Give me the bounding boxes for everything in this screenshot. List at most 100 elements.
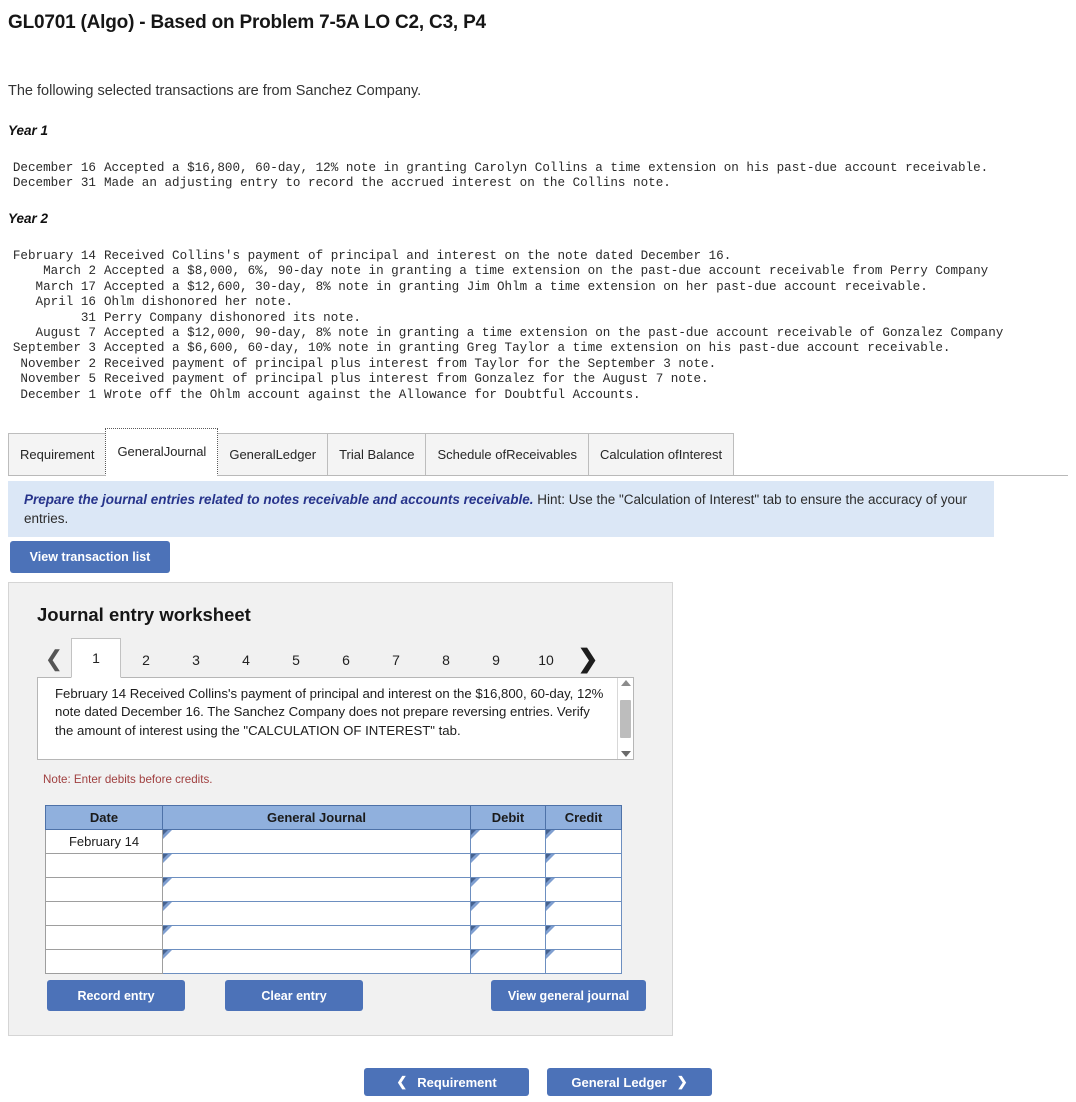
tab-schedule-of[interactable]: Schedule of Receivables	[425, 433, 589, 475]
year1-transaction-list: December 16 Accepted a $16,800, 60-day, 1…	[8, 161, 988, 192]
worksheet-page-7[interactable]: 7	[371, 643, 421, 677]
cell-dropdown-flag-icon[interactable]	[546, 854, 555, 863]
view-transaction-list-button[interactable]: View transaction list	[10, 541, 170, 573]
journal-journal-input-cell[interactable]	[162, 901, 471, 926]
journal-journal-input-cell[interactable]	[162, 829, 471, 854]
cell-dropdown-flag-icon[interactable]	[471, 854, 480, 863]
transaction-description: Received Collins's payment of principal …	[104, 249, 732, 263]
cell-dropdown-flag-icon[interactable]	[471, 878, 480, 887]
journal-date-cell[interactable]	[45, 853, 163, 878]
journal-table-row	[45, 925, 622, 950]
cell-dropdown-flag-icon[interactable]	[546, 926, 555, 935]
transaction-date: December 31	[12, 176, 96, 191]
transaction-row: September 3 Accepted a $6,600, 60-day, 10…	[8, 341, 1003, 356]
cell-dropdown-flag-icon[interactable]	[546, 830, 555, 839]
transaction-description: Received payment of principal plus inter…	[104, 356, 717, 371]
main-tabstrip: Requirement General Journal General Ledger Tr…	[8, 428, 1068, 476]
tab-label-line2: Interest	[678, 446, 723, 462]
journal-date-cell[interactable]	[45, 925, 163, 950]
worksheet-prev-page-icon[interactable]: ❮	[37, 641, 71, 677]
cell-dropdown-flag-icon[interactable]	[546, 902, 555, 911]
transaction-row: April 16 Ohlm dishonored her note.	[8, 295, 1003, 310]
transaction-description: Accepted a $12,000, 90-day, 8% note in g…	[104, 326, 1004, 341]
column-header-debit: Debit	[470, 805, 546, 830]
journal-journal-input-cell[interactable]	[162, 925, 471, 950]
transaction-description: Accepted a $16,800, 60-day, 12% note in …	[104, 161, 989, 175]
journal-debit-input-cell[interactable]	[470, 949, 546, 974]
journal-date-cell[interactable]	[45, 949, 163, 974]
journal-table-row	[45, 901, 622, 926]
tab-general[interactable]: General Ledger	[217, 433, 329, 475]
journal-debit-input-cell[interactable]	[470, 877, 546, 902]
journal-credit-input-cell[interactable]	[545, 925, 622, 950]
column-header-date: Date	[45, 805, 163, 830]
worksheet-page-5[interactable]: 5	[271, 643, 321, 677]
transaction-row: August 7 Accepted a $12,000, 90-day, 8% n…	[8, 326, 1004, 341]
journal-date-cell[interactable]	[45, 901, 163, 926]
worksheet-instruction-box: February 14 Received Collins's payment o…	[37, 677, 634, 760]
cell-dropdown-flag-icon[interactable]	[163, 854, 172, 863]
journal-journal-input-cell[interactable]	[162, 877, 471, 902]
journal-debit-input-cell[interactable]	[470, 925, 546, 950]
nav-next-general-ledger-button[interactable]: General Ledger ❯	[547, 1068, 712, 1096]
cell-dropdown-flag-icon[interactable]	[546, 878, 555, 887]
record-entry-button[interactable]: Record entry	[47, 980, 185, 1011]
transaction-description: Perry Company dishonored its note.	[104, 310, 361, 325]
intro-text: The following selected transactions are …	[8, 83, 422, 99]
worksheet-page-2[interactable]: 2	[121, 643, 171, 677]
cell-dropdown-flag-icon[interactable]	[546, 950, 555, 959]
cell-dropdown-flag-icon[interactable]	[471, 950, 480, 959]
journal-table-row	[45, 877, 622, 902]
journal-journal-input-cell[interactable]	[162, 853, 471, 878]
tab-label: Calculation of	[599, 446, 679, 462]
worksheet-page-10[interactable]: 10	[521, 643, 571, 677]
worksheet-page-3[interactable]: 3	[171, 643, 221, 677]
scrollbar-thumb[interactable]	[620, 699, 631, 738]
journal-credit-input-cell[interactable]	[545, 829, 622, 854]
journal-credit-input-cell[interactable]	[545, 877, 622, 902]
cell-dropdown-flag-icon[interactable]	[163, 830, 172, 839]
cell-dropdown-flag-icon[interactable]	[471, 926, 480, 935]
cell-dropdown-flag-icon[interactable]	[163, 878, 172, 887]
cell-dropdown-flag-icon[interactable]	[471, 830, 480, 839]
worksheet-page-4[interactable]: 4	[221, 643, 271, 677]
journal-table-header-row: Date General Journal Debit Credit	[45, 805, 622, 830]
tab-label: General	[229, 446, 276, 462]
scroll-up-arrow-icon[interactable]	[620, 680, 631, 686]
cell-dropdown-flag-icon[interactable]	[163, 926, 172, 935]
clear-entry-button[interactable]: Clear entry	[225, 980, 363, 1011]
tab-calculation-of[interactable]: Calculation of Interest	[587, 433, 735, 475]
scroll-down-arrow-icon[interactable]	[620, 751, 631, 757]
worksheet-instruction-text: February 14 Received Collins's payment o…	[55, 686, 604, 738]
journal-debit-input-cell[interactable]	[470, 829, 546, 854]
journal-credit-input-cell[interactable]	[545, 901, 622, 926]
cell-dropdown-flag-icon[interactable]	[163, 902, 172, 911]
journal-entry-table: Date General Journal Debit Credit February …	[45, 805, 622, 974]
tab-general[interactable]: General Journal	[105, 428, 219, 476]
transaction-row: March 2 Accepted a $8,000, 6%, 90-day not…	[8, 264, 1003, 279]
cell-dropdown-flag-icon[interactable]	[471, 902, 480, 911]
tab-requirement[interactable]: Requirement	[8, 433, 107, 475]
transaction-row: 31 Perry Company dishonored its note.	[8, 311, 1003, 326]
journal-journal-input-cell[interactable]	[162, 949, 471, 974]
journal-date-cell[interactable]	[45, 877, 163, 902]
journal-date-cell[interactable]: February 14	[45, 829, 163, 854]
tab-trial-balance[interactable]: Trial Balance	[327, 433, 427, 475]
nav-previous-requirement-button[interactable]: ❮ Requirement	[364, 1068, 529, 1096]
cell-dropdown-flag-icon[interactable]	[163, 950, 172, 959]
journal-debit-input-cell[interactable]	[470, 901, 546, 926]
column-header-general-journal: General Journal	[162, 805, 471, 830]
worksheet-next-page-icon[interactable]: ❯	[571, 641, 605, 677]
worksheet-page-8[interactable]: 8	[421, 643, 471, 677]
worksheet-page-1[interactable]: 1	[71, 638, 121, 678]
worksheet-page-9[interactable]: 9	[471, 643, 521, 677]
journal-credit-input-cell[interactable]	[545, 853, 622, 878]
instruction-scrollbar[interactable]	[617, 678, 633, 759]
tab-label: Schedule of	[437, 446, 507, 462]
tab-label-line2: Journal	[163, 444, 207, 459]
journal-debit-input-cell[interactable]	[470, 853, 546, 878]
worksheet-page-6[interactable]: 6	[321, 643, 371, 677]
journal-table-row: February 14	[45, 829, 622, 854]
view-general-journal-button[interactable]: View general journal	[491, 980, 646, 1011]
journal-credit-input-cell[interactable]	[545, 949, 622, 974]
